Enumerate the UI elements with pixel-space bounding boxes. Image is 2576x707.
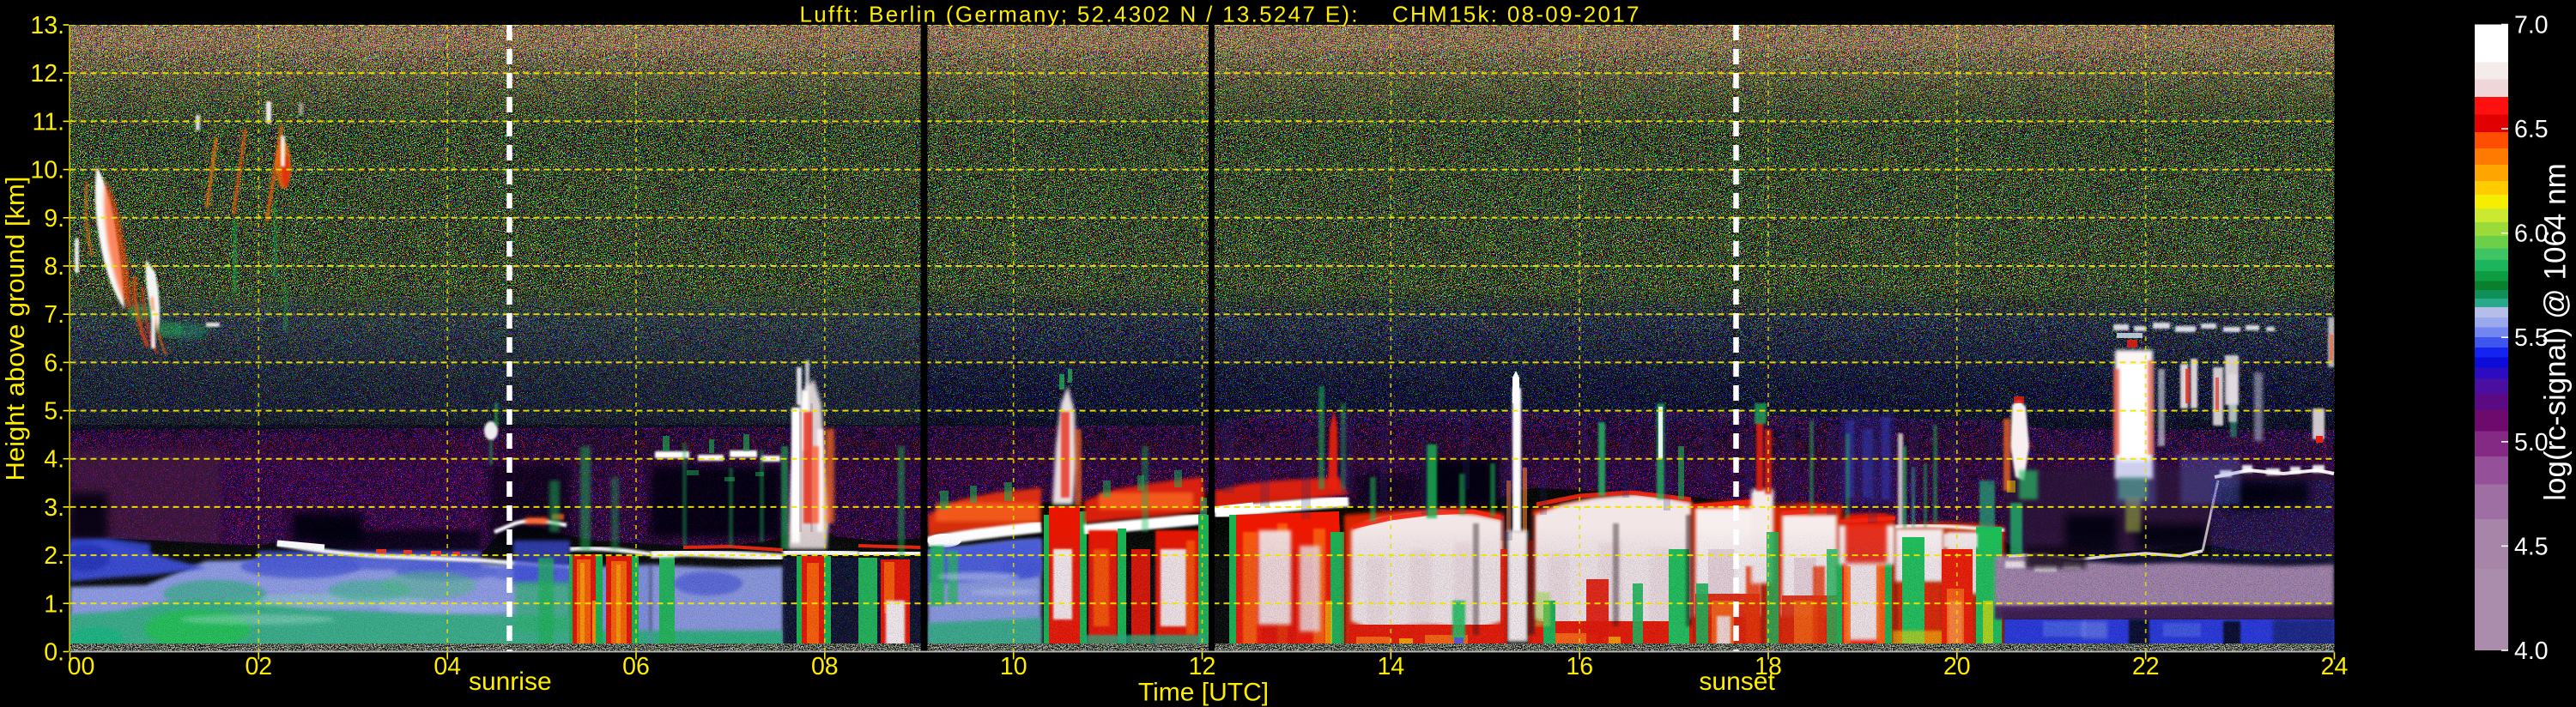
svg-text:04: 04: [433, 653, 461, 680]
svg-text:20: 20: [1943, 653, 1971, 680]
svg-text:14: 14: [1377, 653, 1404, 680]
svg-text:4.5: 4.5: [2514, 533, 2549, 560]
svg-text:9.: 9.: [44, 205, 64, 233]
svg-text:12.: 12.: [30, 60, 64, 88]
svg-text:log(rc-signal) @ 1064 nm: log(rc-signal) @ 1064 nm: [2539, 163, 2573, 500]
svg-text:5.: 5.: [44, 398, 64, 426]
svg-text:sunrise: sunrise: [469, 668, 552, 696]
svg-text:11.: 11.: [32, 108, 64, 136]
svg-text:Lufft: Berlin (Germany; 52.430: Lufft: Berlin (Germany; 52.4302 N / 13.5…: [800, 2, 1640, 27]
svg-text:6.: 6.: [44, 349, 64, 377]
svg-text:22: 22: [2132, 653, 2160, 680]
svg-text:06: 06: [622, 653, 650, 680]
svg-text:7.: 7.: [44, 301, 64, 329]
svg-text:6.5: 6.5: [2514, 116, 2549, 143]
svg-text:8.: 8.: [44, 253, 64, 281]
svg-text:12: 12: [1189, 653, 1216, 680]
svg-text:13.: 13.: [30, 12, 64, 39]
svg-text:3.: 3.: [44, 494, 64, 522]
svg-text:10.: 10.: [30, 157, 64, 184]
svg-text:Time [UTC]: Time [UTC]: [1138, 679, 1269, 707]
svg-text:2.: 2.: [44, 542, 64, 570]
svg-text:1.: 1.: [44, 590, 64, 618]
svg-text:00: 00: [68, 653, 95, 680]
svg-text:08: 08: [811, 653, 839, 680]
svg-text:10: 10: [1000, 653, 1027, 680]
svg-text:sunset: sunset: [1699, 668, 1775, 696]
svg-text:0.: 0.: [44, 639, 64, 667]
svg-text:24: 24: [2321, 653, 2349, 680]
svg-text:4.: 4.: [44, 446, 64, 474]
svg-text:7.0: 7.0: [2514, 12, 2549, 39]
svg-text:16: 16: [1566, 653, 1593, 680]
svg-text:4.0: 4.0: [2514, 638, 2549, 665]
svg-text:Height above ground [km]: Height above ground [km]: [0, 177, 30, 481]
svg-text:02: 02: [245, 653, 272, 680]
